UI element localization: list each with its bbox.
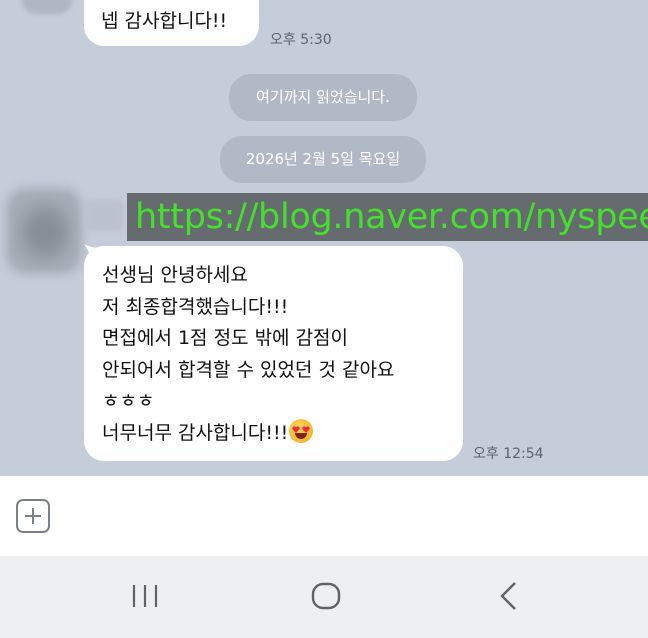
message-line: ㅎㅎㅎ [102,390,155,412]
message-input-bar[interactable] [0,476,648,556]
read-marker: 여기까지 읽었습니다. [229,74,417,121]
recent-apps-icon[interactable] [115,568,175,628]
sender-name [84,200,124,230]
heart-eyes-emoji-icon [289,418,314,443]
chat-area[interactable]: 넵 감사합니다!! 오후 5:30 여기까지 읽었습니다. 2026년 2월 5… [0,0,648,476]
date-divider: 2026년 2월 5일 목요일 [220,136,426,183]
incoming-message-bubble[interactable]: 선생님 안녕하세요 저 최종합격했습니다!!! 면접에서 1점 정도 밖에 감점… [84,246,463,461]
home-icon[interactable] [296,568,356,628]
message-time: 오후 5:30 [270,32,332,48]
message-bubble[interactable]: 넵 감사합니다!! [84,0,259,46]
message-line: 안되어서 합격할 수 있었던 것 같아요 [102,358,395,381]
plus-icon[interactable] [16,499,50,533]
watermark-text: https://blog.naver.com/nyspeech [135,197,648,237]
incoming-message-time: 오후 12:54 [473,446,544,462]
message-text: 넵 감사합니다!! [101,10,228,32]
message-line: 면접에서 1점 정도 밖에 감점이 [102,327,349,349]
avatar-partial [22,0,72,14]
back-icon[interactable] [478,568,538,628]
watermark-banner: https://blog.naver.com/nyspeech [127,193,648,241]
date-divider-label: 2026년 2월 5일 목요일 [245,150,401,168]
read-marker-label: 여기까지 읽었습니다. [256,88,390,106]
message-line-text: 너무너무 감사합니다!!! [102,421,289,444]
avatar-face [22,206,68,258]
message-line: 선생님 안녕하세요 [102,264,248,286]
message-line-last: 너무너무 감사합니다!!! [102,418,463,450]
message-line: 저 최종합격했습니다!!! [102,295,289,318]
